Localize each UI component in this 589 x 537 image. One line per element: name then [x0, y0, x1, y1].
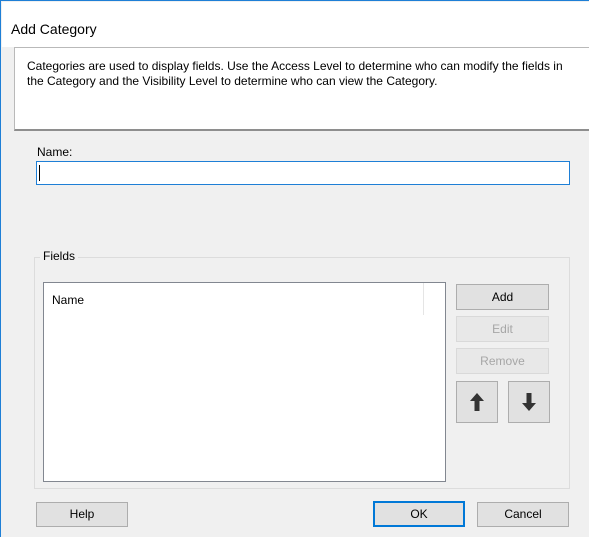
name-input[interactable]: [36, 161, 570, 185]
add-category-dialog: Add Category Categories are used to disp…: [0, 0, 589, 537]
help-button[interactable]: Help: [36, 502, 128, 527]
move-down-button[interactable]: [508, 381, 550, 423]
down-arrow-icon: [522, 393, 536, 411]
title-bar: Add Category: [2, 2, 589, 47]
remove-button[interactable]: Remove: [456, 348, 549, 374]
column-header-label: Name: [52, 293, 85, 307]
up-arrow-icon: [470, 393, 484, 411]
description-text: Categories are used to display fields. U…: [27, 59, 563, 88]
ok-button[interactable]: OK: [373, 501, 465, 527]
text-caret: [39, 165, 40, 181]
move-up-button[interactable]: [456, 381, 498, 423]
window-title: Add Category: [11, 21, 97, 37]
fields-list[interactable]: Name: [43, 282, 446, 482]
fields-legend: Fields: [40, 249, 79, 263]
add-button[interactable]: Add: [456, 284, 549, 310]
description-panel: Categories are used to display fields. U…: [14, 47, 589, 131]
cancel-button[interactable]: Cancel: [477, 502, 569, 527]
name-label: Name:: [37, 145, 73, 159]
edit-button[interactable]: Edit: [456, 316, 549, 342]
list-column-header-name[interactable]: Name: [44, 283, 424, 315]
